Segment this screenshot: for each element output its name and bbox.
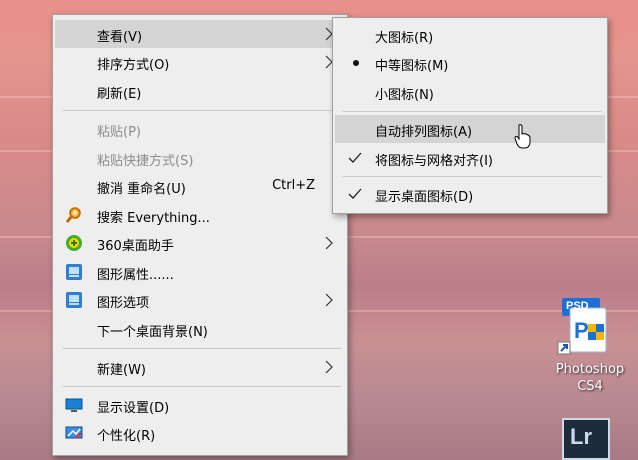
menu-item-paste[interactable]: 粘贴(P) (55, 115, 345, 143)
photoshop-label-line2: CS4 (577, 379, 603, 394)
submenu-item-medium-icons[interactable]: 中等图标(M) (335, 49, 605, 77)
intel-graphics-icon (66, 264, 82, 280)
submenu-item-align-to-grid[interactable]: 将图标与网格对齐(I) (335, 144, 605, 172)
checkmark-icon (348, 188, 362, 199)
menu-item-label: 刷新(E) (97, 87, 142, 102)
menu-item-label: 将图标与网格对齐(I) (375, 154, 493, 169)
menu-item-next-background[interactable]: 下一个桌面背景(N) (55, 315, 345, 343)
everything-search-icon (65, 207, 81, 223)
menu-item-label: 图形属性...... (97, 268, 174, 283)
menu-item-graphics-properties[interactable]: 图形属性...... (55, 258, 345, 286)
menu-item-label: 自动排列图标(A) (375, 125, 473, 140)
view-submenu: 大图标(R) 中等图标(M) 小图标(N) 自动排列图标(A) 将图标与网格对齐… (332, 17, 608, 214)
radio-bullet-icon (353, 60, 359, 66)
menu-item-label: 显示设置(D) (97, 401, 170, 416)
menu-item-label: 查看(V) (97, 30, 143, 45)
photoshop-label-line1: Photoshop (555, 362, 625, 377)
menu-item-undo-rename[interactable]: 撤消 重命名(U) Ctrl+Z (55, 172, 345, 200)
menu-item-label: 粘贴(P) (97, 125, 141, 140)
menu-item-label: 粘贴快捷方式(S) (97, 154, 194, 169)
menu-item-display-settings[interactable]: 显示设置(D) (55, 391, 345, 419)
menu-separator (343, 176, 601, 177)
menu-item-label: 排序方式(O) (97, 58, 170, 73)
menu-item-label: 下一个桌面背景(N) (97, 325, 208, 340)
menu-item-sort-by[interactable]: 排序方式(O) (55, 48, 345, 76)
chevron-right-icon (325, 293, 333, 307)
display-icon (65, 398, 83, 412)
shortcut-label: Ctrl+Z (272, 178, 315, 193)
menu-item-360-assistant[interactable]: 360桌面助手 (55, 229, 345, 257)
intel-graphics-icon (66, 292, 82, 308)
menu-item-label: 新建(W) (97, 363, 146, 378)
menu-item-label: 大图标(R) (375, 31, 434, 46)
menu-item-view[interactable]: 查看(V) (55, 20, 345, 48)
menu-item-graphics-options[interactable]: 图形选项 (55, 286, 345, 314)
menu-item-label: 图形选项 (97, 296, 150, 311)
submenu-item-large-icons[interactable]: 大图标(R) (335, 21, 605, 49)
menu-item-new[interactable]: 新建(W) (55, 353, 345, 381)
submenu-item-auto-arrange[interactable]: 自动排列图标(A) (335, 115, 605, 143)
menu-item-personalize[interactable]: 个性化(R) (55, 419, 345, 447)
desktop-context-menu: 查看(V) 排序方式(O) 刷新(E) 粘贴(P) 粘贴快捷方式(S) 撤消 重… (52, 14, 348, 456)
360-assistant-icon (66, 235, 82, 251)
menu-separator (343, 111, 601, 112)
menu-item-label: 搜索 Everything... (97, 211, 210, 226)
menu-item-label: 撤消 重命名(U) (97, 182, 186, 197)
submenu-item-small-icons[interactable]: 小图标(N) (335, 78, 605, 106)
menu-item-label: 中等图标(M) (375, 59, 449, 74)
mouse-pointer-icon (514, 124, 531, 149)
svg-text:P: P (574, 318, 589, 343)
menu-item-refresh[interactable]: 刷新(E) (55, 77, 345, 105)
menu-separator (63, 386, 341, 387)
menu-separator (63, 348, 341, 349)
personalize-icon (65, 426, 83, 439)
menu-item-label: 360桌面助手 (97, 239, 174, 254)
menu-item-label: 显示桌面图标(D) (375, 190, 474, 205)
menu-item-label: 小图标(N) (375, 88, 434, 103)
psd-badge: PSD (566, 300, 589, 312)
lightroom-icon: Lr (570, 424, 592, 449)
menu-separator (63, 110, 341, 111)
menu-item-search-everything[interactable]: 搜索 Everything... (55, 201, 345, 229)
submenu-item-show-desktop-icons[interactable]: 显示桌面图标(D) (335, 180, 605, 208)
checkmark-icon (348, 152, 362, 163)
menu-item-paste-shortcut[interactable]: 粘贴快捷方式(S) (55, 144, 345, 172)
photoshop-desktop-icon[interactable]: P PSD (556, 298, 618, 358)
lightroom-desktop-icon[interactable]: Lr (562, 418, 610, 460)
chevron-right-icon (325, 236, 333, 250)
chevron-right-icon (325, 360, 333, 374)
menu-item-label: 个性化(R) (97, 429, 156, 444)
